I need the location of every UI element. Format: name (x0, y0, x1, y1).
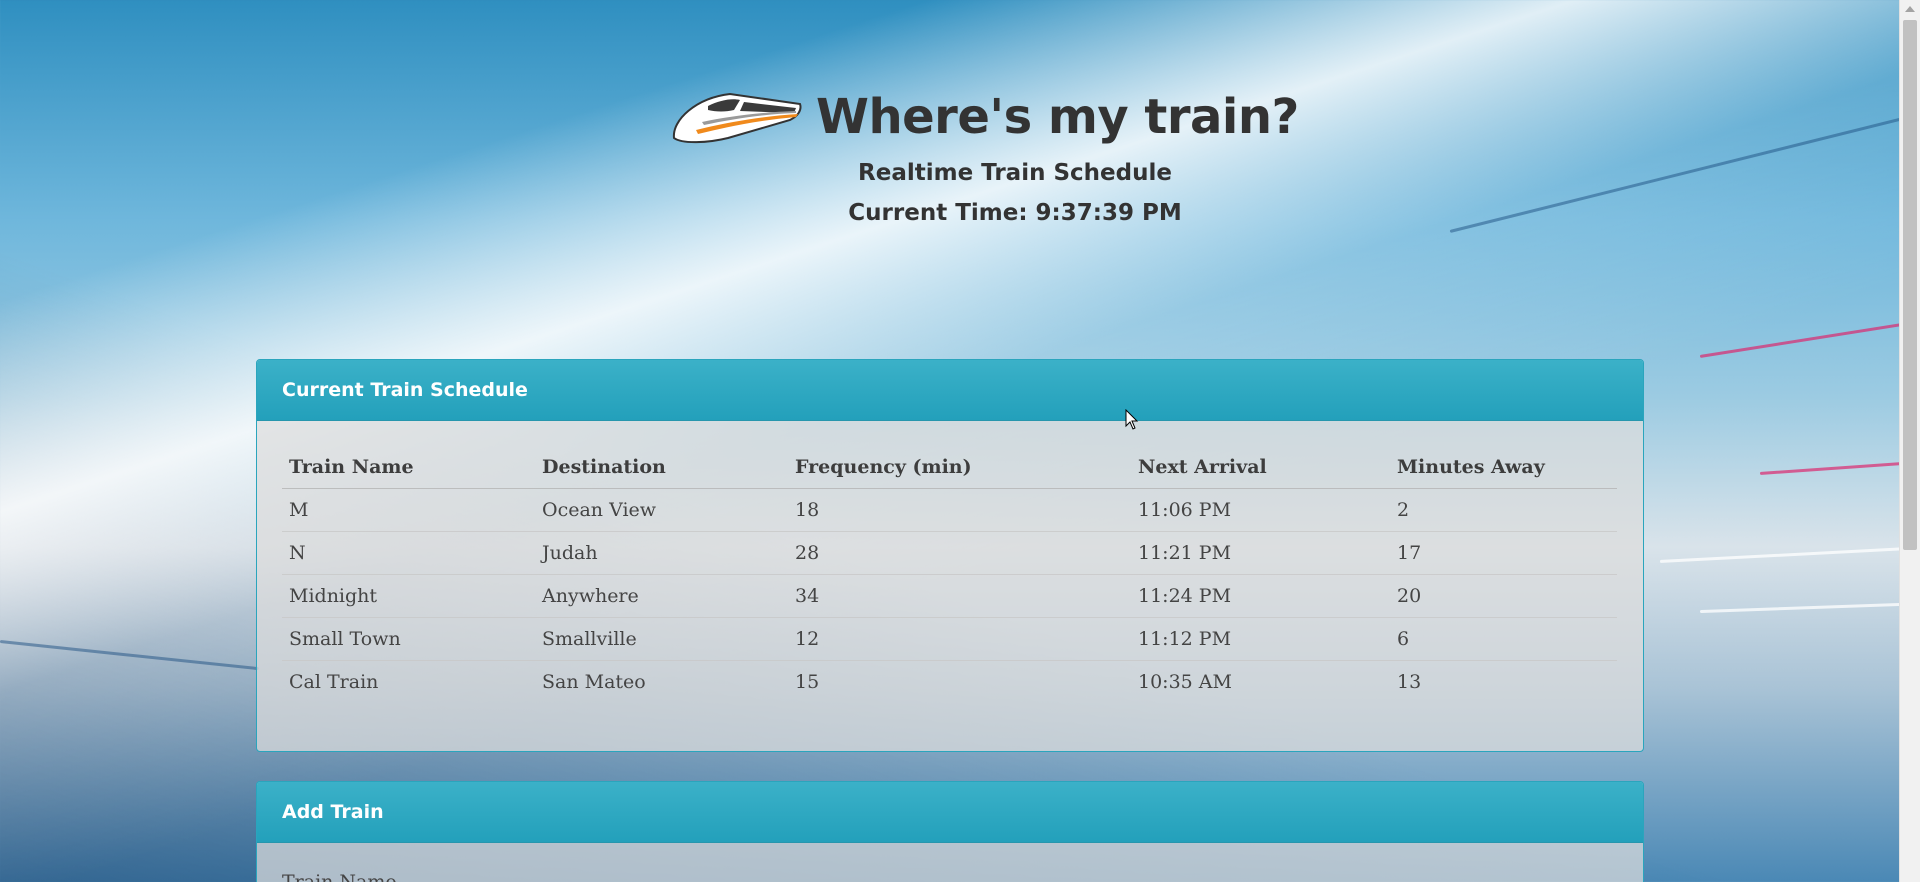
frequency-cell: 12 (788, 617, 1131, 661)
destination-cell: Ocean View (535, 488, 788, 532)
page-subtitle: Realtime Train Schedule (858, 160, 1172, 186)
scroll-thumb[interactable] (1903, 20, 1917, 550)
next-arrival-cell: 11:21 PM (1131, 531, 1390, 575)
minutes-away-cell: 13 (1390, 660, 1617, 703)
destination-cell: San Mateo (535, 660, 788, 703)
destination-cell: Smallville (535, 617, 788, 661)
schedule-panel: Current Train Schedule Train Name Destin… (256, 359, 1644, 752)
next-arrival-cell: 11:24 PM (1131, 574, 1390, 618)
minutes-away-cell: 20 (1390, 574, 1617, 618)
current-time: Current Time: 9:37:39 PM (848, 200, 1182, 226)
train-name-cell: Cal Train (282, 660, 535, 703)
destination-cell: Judah (535, 531, 788, 575)
table-row: Midnight Anywhere 34 11:24 PM 20 (282, 574, 1617, 618)
frequency-cell: 28 (788, 531, 1131, 575)
column-header: Train Name (282, 446, 535, 489)
train-name-cell: N (282, 531, 535, 575)
train-name-cell: M (282, 488, 535, 532)
bg-streak (1699, 601, 1920, 613)
train-name-label: Train Name (282, 871, 397, 882)
add-train-panel: Add Train Train Name (256, 781, 1644, 882)
column-header: Destination (535, 446, 788, 489)
scroll-up-arrow-icon[interactable] (1905, 6, 1915, 12)
page-scrollbar[interactable] (1899, 0, 1920, 882)
table-row: N Judah 28 11:21 PM 17 (282, 531, 1617, 575)
column-header: Frequency (min) (788, 446, 1131, 489)
frequency-cell: 18 (788, 488, 1131, 532)
destination-cell: Anywhere (535, 574, 788, 618)
column-header: Minutes Away (1390, 446, 1617, 489)
column-header: Next Arrival (1131, 446, 1390, 489)
train-name-cell: Midnight (282, 574, 535, 618)
train-name-cell: Small Town (282, 617, 535, 661)
bg-streak (0, 640, 259, 671)
train-icon (668, 80, 804, 154)
frequency-cell: 34 (788, 574, 1131, 618)
schedule-panel-heading: Current Train Schedule (257, 360, 1643, 421)
minutes-away-cell: 17 (1390, 531, 1617, 575)
frequency-cell: 15 (788, 660, 1131, 703)
next-arrival-cell: 11:06 PM (1131, 488, 1390, 532)
table-header-row: Train Name Destination Frequency (min) N… (282, 446, 1617, 489)
mouse-cursor-icon (1125, 408, 1139, 435)
bg-streak (1659, 545, 1920, 563)
site-title: Where's my train? (816, 89, 1299, 145)
next-arrival-cell: 10:35 AM (1131, 660, 1390, 703)
bg-streak (1699, 319, 1920, 358)
minutes-away-cell: 6 (1390, 617, 1617, 661)
table-row: M Ocean View 18 11:06 PM 2 (282, 488, 1617, 532)
add-train-panel-heading: Add Train (257, 782, 1643, 843)
schedule-table: Train Name Destination Frequency (min) N… (282, 446, 1617, 703)
next-arrival-cell: 11:12 PM (1131, 617, 1390, 661)
bg-streak (1759, 460, 1920, 475)
minutes-away-cell: 2 (1390, 488, 1617, 532)
title-row: Where's my train? (668, 80, 1299, 154)
table-row: Cal Train San Mateo 15 10:35 AM 13 (282, 660, 1617, 703)
table-row: Small Town Smallville 12 11:12 PM 6 (282, 617, 1617, 661)
